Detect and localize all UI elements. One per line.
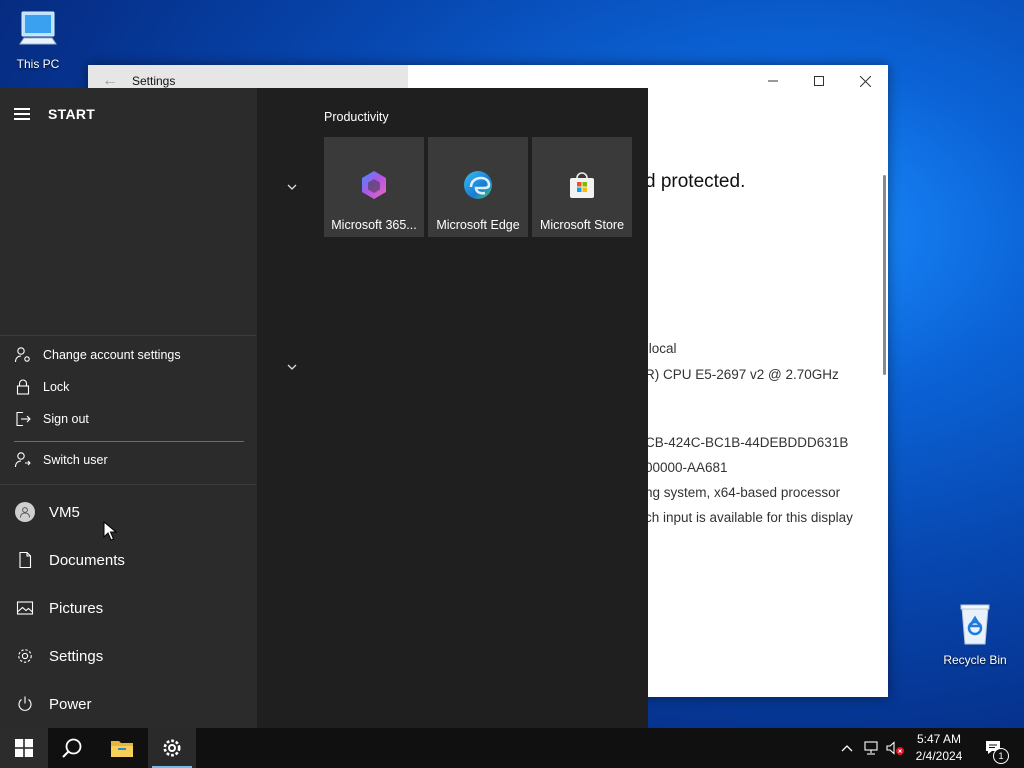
recycle-bin-icon: [937, 600, 1013, 651]
pictures-icon: [14, 597, 36, 619]
show-hidden-icons-button[interactable]: [838, 728, 856, 768]
documents-button[interactable]: Documents: [14, 549, 125, 571]
desktop-icon-recycle-bin[interactable]: Recycle Bin: [937, 600, 1013, 667]
file-explorer-icon: [111, 741, 133, 757]
person-gear-icon: [14, 346, 32, 364]
account-item-label: Sign out: [43, 412, 89, 426]
device-info-row: R) CPU E5-2697 v2 @ 2.70GHz: [645, 367, 839, 382]
notification-count-badge: 1: [993, 748, 1009, 764]
volume-button[interactable]: [884, 728, 906, 768]
device-info-row: CB-424C-BC1B-44DEBDDD631B: [645, 435, 849, 450]
device-info-row: ch input is available for this display: [645, 510, 853, 525]
minimize-icon: [768, 80, 778, 82]
store-icon: [570, 172, 594, 198]
clock-date: 2/4/2024: [915, 749, 963, 763]
switch-user-item[interactable]: Switch user: [14, 451, 108, 469]
start-header[interactable]: START: [14, 106, 95, 122]
lock-item[interactable]: Lock: [14, 378, 69, 396]
tile-microsoft-store[interactable]: Microsoft Store: [532, 137, 632, 237]
chevron-down-icon: [287, 184, 297, 190]
network-status-button[interactable]: [860, 728, 882, 768]
collapse-group-chevron[interactable]: [286, 178, 298, 196]
windows-logo-icon: [15, 739, 33, 757]
tile-group-label[interactable]: Productivity: [324, 110, 389, 124]
microsoft-365-icon: [362, 171, 386, 199]
collapse-group-chevron[interactable]: [286, 358, 298, 376]
computer-icon: [0, 8, 76, 55]
device-info-row: .local: [645, 341, 677, 356]
account-menu-divider: [14, 441, 244, 442]
close-button[interactable]: [842, 65, 888, 97]
change-account-settings-item[interactable]: Change account settings: [14, 346, 181, 364]
network-icon: [864, 741, 878, 755]
device-info-row: 00000-AA681: [645, 460, 728, 475]
nav-item-label: Pictures: [49, 599, 104, 617]
power-icon: [14, 693, 36, 715]
close-icon: [859, 75, 871, 87]
settings-taskbar-button[interactable]: [148, 728, 196, 768]
tile-label: Microsoft 365...: [331, 218, 417, 232]
desktop-icon-label: Recycle Bin: [943, 653, 1007, 667]
sign-out-item[interactable]: Sign out: [14, 410, 89, 428]
account-menu: Change account settings Lock Sign out Sw: [0, 335, 256, 485]
sign-out-icon: [14, 410, 32, 428]
scrollbar[interactable]: [883, 175, 886, 375]
file-explorer-button[interactable]: [98, 728, 146, 768]
device-info-row: ng system, x64-based processor: [645, 485, 841, 500]
maximize-button[interactable]: [796, 65, 842, 97]
account-item-label: Change account settings: [43, 348, 181, 362]
power-button[interactable]: Power: [14, 693, 92, 715]
account-item-label: Lock: [43, 380, 70, 394]
clock-time: 5:47 AM: [916, 732, 962, 746]
tile-microsoft-365[interactable]: Microsoft 365...: [324, 137, 424, 237]
tile-label: Microsoft Store: [539, 218, 625, 232]
search-icon: [62, 738, 82, 758]
hamburger-menu-icon[interactable]: [14, 108, 30, 120]
nav-item-label: VM5: [49, 503, 80, 521]
settings-icon: [163, 739, 181, 757]
chevron-up-icon: [841, 745, 853, 752]
account-item-label: Switch user: [43, 453, 108, 467]
nav-item-label: Documents: [49, 551, 125, 569]
nav-item-label: Power: [49, 695, 92, 713]
window-controls: [750, 65, 888, 97]
document-icon: [14, 549, 36, 571]
settings-button[interactable]: Settings: [14, 645, 103, 667]
protection-status-text: d protected.: [645, 171, 746, 192]
start-menu: START Change account settings Lock Sign …: [0, 88, 648, 728]
tile-microsoft-edge[interactable]: Microsoft Edge: [428, 137, 528, 237]
taskbar: 5:47 AM 2/4/2024 1: [0, 728, 1024, 768]
edge-icon: [464, 171, 492, 199]
clock[interactable]: 5:47 AM 2/4/2024: [906, 731, 972, 765]
start-menu-left-rail: START Change account settings Lock Sign …: [0, 88, 257, 728]
start-title: START: [48, 106, 96, 122]
lock-icon: [14, 378, 32, 396]
settings-window-title: Settings: [132, 74, 176, 88]
maximize-icon: [814, 76, 824, 86]
user-account-button[interactable]: VM5: [14, 501, 80, 523]
action-center-button[interactable]: 1: [980, 728, 1009, 768]
desktop-icon-label: This PC: [16, 57, 60, 71]
search-button[interactable]: [48, 728, 96, 768]
desktop-icon-this-pc[interactable]: This PC: [0, 8, 76, 71]
tile-label: Microsoft Edge: [436, 218, 520, 232]
nav-item-label: Settings: [49, 647, 104, 665]
minimize-button[interactable]: [750, 65, 796, 97]
chevron-down-icon: [287, 364, 297, 370]
mouse-cursor-icon: [103, 521, 117, 541]
gear-icon: [14, 645, 36, 667]
volume-muted-icon: [886, 741, 904, 755]
user-avatar-icon: [14, 501, 36, 523]
start-button[interactable]: [0, 728, 48, 768]
switch-user-icon: [14, 451, 32, 469]
pictures-button[interactable]: Pictures: [14, 597, 103, 619]
